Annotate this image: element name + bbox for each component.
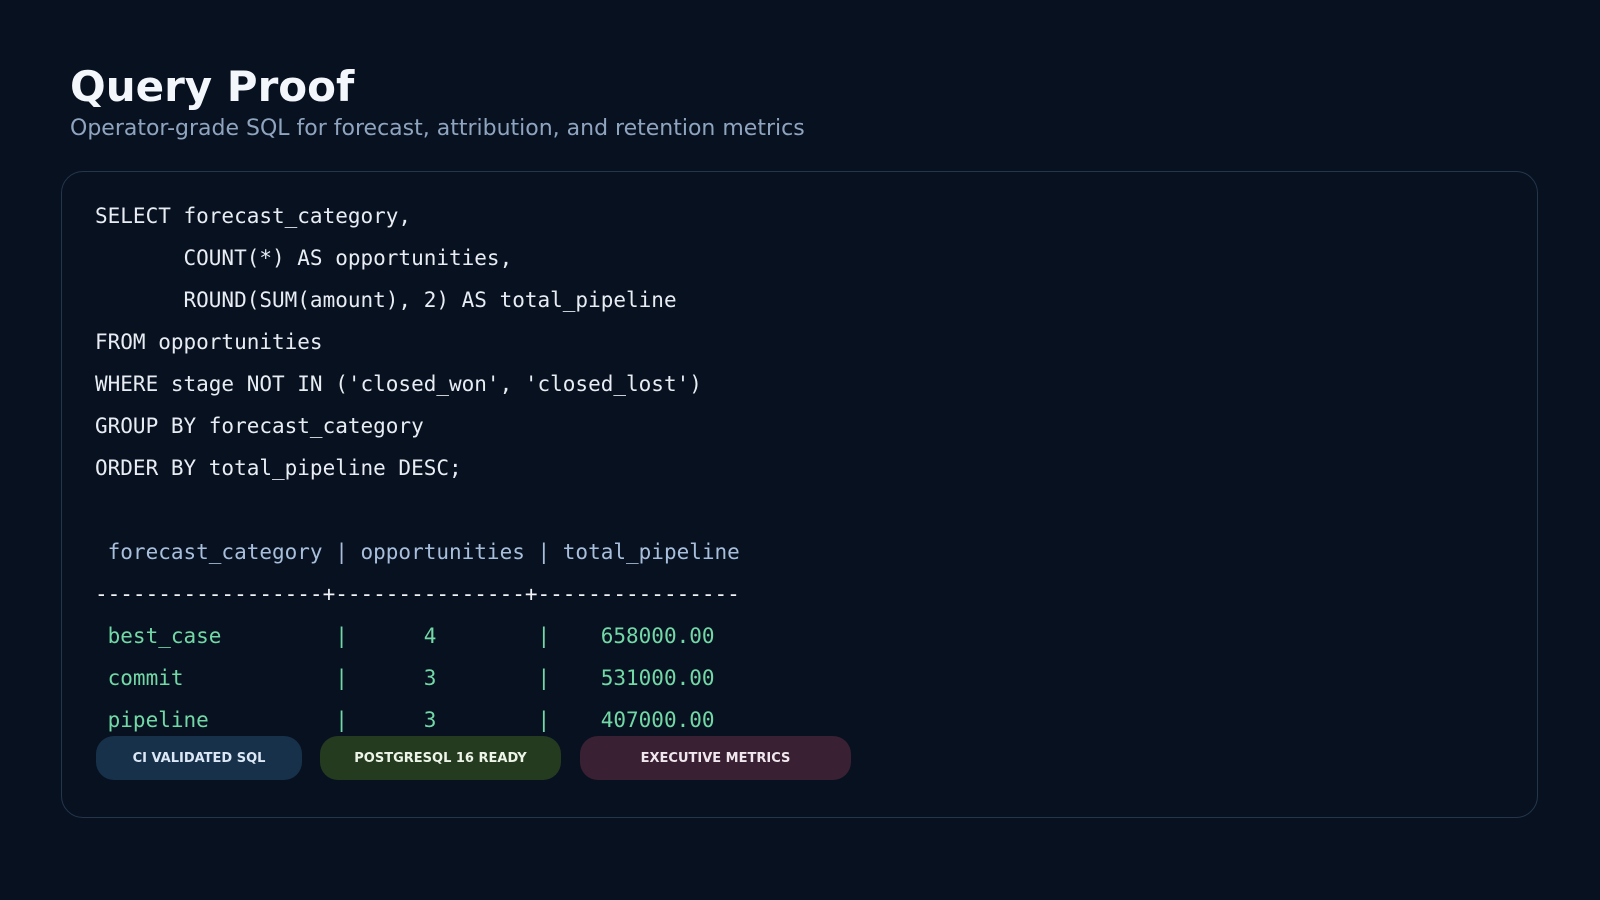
sql-query-block: SELECT forecast_category, COUNT(*) AS op… bbox=[95, 195, 995, 735]
postgresql-16-ready-badge: POSTGRESQL 16 READY bbox=[320, 736, 561, 780]
sql-line-round-sum: ROUND(SUM(amount), 2) AS total_pipeline bbox=[95, 288, 677, 312]
page-subtitle: Operator-grade SQL for forecast, attribu… bbox=[70, 116, 805, 141]
sql-spacer bbox=[95, 489, 995, 531]
result-table-separator: ------------------+---------------+-----… bbox=[95, 582, 740, 606]
result-row-best-case: best_case | 4 | 658000.00 bbox=[95, 624, 715, 648]
sql-line-where: WHERE stage NOT IN ('closed_won', 'close… bbox=[95, 372, 702, 396]
sql-line-count: COUNT(*) AS opportunities, bbox=[95, 246, 513, 270]
result-table-header: forecast_category | opportunities | tota… bbox=[95, 540, 740, 564]
result-row-pipeline: pipeline | 3 | 407000.00 bbox=[95, 708, 715, 732]
executive-metrics-badge: EXECUTIVE METRICS bbox=[580, 736, 851, 780]
sql-line-order-by: ORDER BY total_pipeline DESC; bbox=[95, 456, 462, 480]
query-code-panel: SELECT forecast_category, COUNT(*) AS op… bbox=[61, 171, 1538, 818]
sql-line-from: FROM opportunities bbox=[95, 330, 323, 354]
page-title: Query Proof bbox=[70, 62, 355, 111]
sql-line-group-by: GROUP BY forecast_category bbox=[95, 414, 424, 438]
result-row-commit: commit | 3 | 531000.00 bbox=[95, 666, 715, 690]
sql-line-select: SELECT forecast_category, bbox=[95, 204, 412, 228]
ci-validated-sql-badge: CI VALIDATED SQL bbox=[96, 736, 302, 780]
